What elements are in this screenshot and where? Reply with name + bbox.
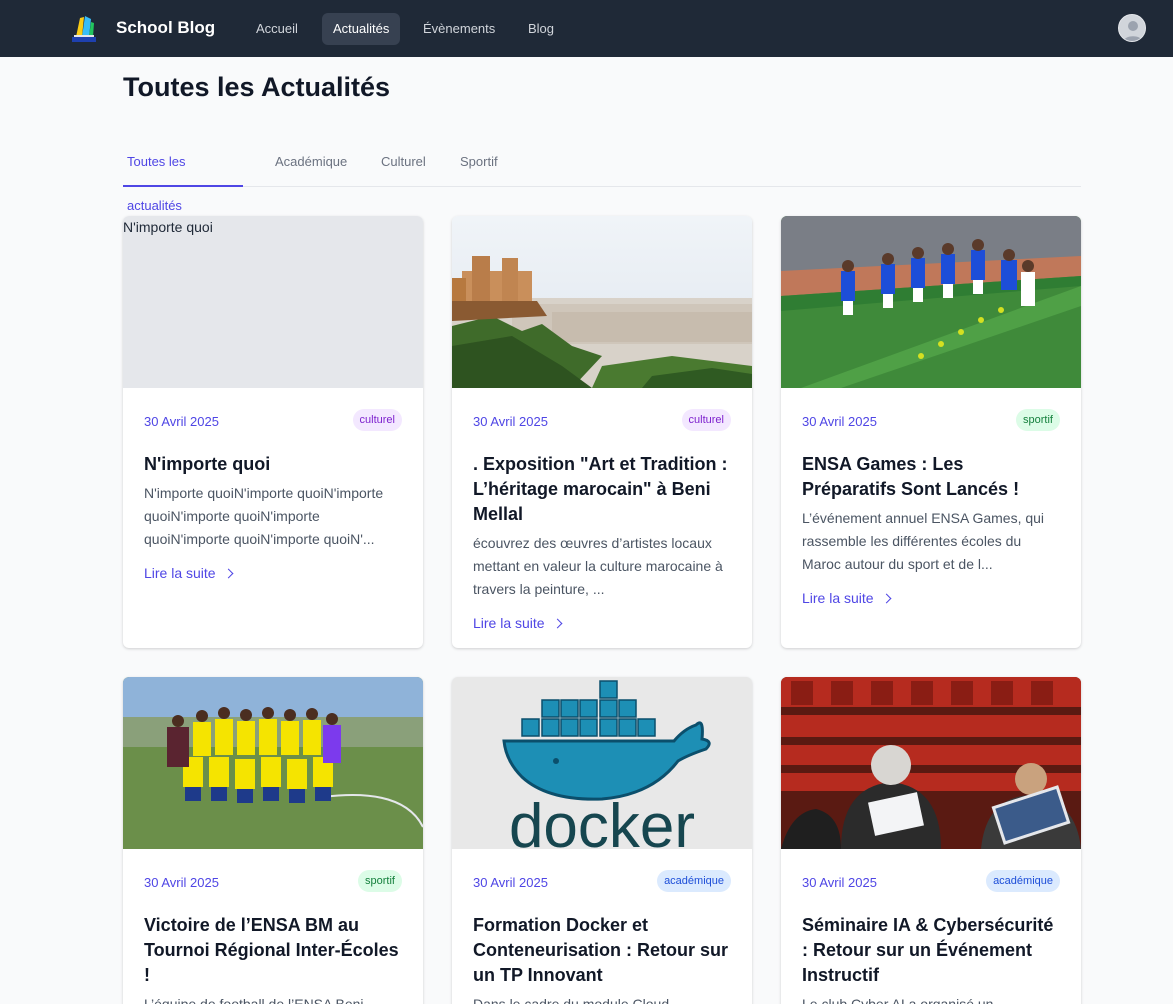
read-more-label: Lire la suite: [473, 615, 545, 631]
category-badge: culturel: [681, 409, 731, 431]
category-badge: académique: [986, 870, 1060, 892]
nav-link-accueil[interactable]: Accueil: [245, 13, 309, 45]
news-card[interactable]: 30 Avril 2025 académique Séminaire IA & …: [781, 677, 1081, 1004]
top-navbar: School Blog Accueil Actualités Évènement…: [0, 0, 1173, 57]
card-date: 30 Avril 2025: [802, 875, 877, 890]
tab-sportif[interactable]: Sportif: [456, 140, 502, 187]
category-badge: sportif: [358, 870, 402, 892]
card-title[interactable]: ENSA Games : Les Préparatifs Sont Lancés…: [802, 452, 1060, 502]
card-date: 30 Avril 2025: [473, 875, 548, 890]
category-badge: académique: [657, 870, 731, 892]
read-more-link[interactable]: Lire la suite: [473, 615, 563, 631]
category-tabs: Toutes les actualités Académique Culture…: [123, 140, 1081, 213]
category-badge: sportif: [1016, 409, 1060, 431]
tab-toutes[interactable]: Toutes les actualités: [123, 140, 243, 213]
read-more-label: Lire la suite: [802, 590, 874, 606]
card-excerpt: L’équipe de football de l’ENSA Beni: [144, 996, 364, 1004]
news-card[interactable]: 30 Avril 2025 culturel . Exposition "Art…: [452, 216, 752, 648]
card-image-training[interactable]: [781, 216, 1081, 388]
card-title[interactable]: . Exposition "Art et Tradition : L’hérit…: [473, 452, 731, 527]
brand-name[interactable]: School Blog: [116, 18, 215, 38]
card-date: 30 Avril 2025: [144, 414, 219, 429]
card-excerpt: écouvrez des œuvres d’artistes locaux me…: [473, 535, 723, 597]
read-more-link[interactable]: Lire la suite: [144, 565, 234, 581]
card-date: 30 Avril 2025: [802, 414, 877, 429]
book-logo-icon[interactable]: [71, 13, 97, 43]
page-title: Toutes les Actualités: [123, 72, 391, 102]
news-card[interactable]: 30 Avril 2025 sportif Victoire de l’ENSA…: [123, 677, 423, 1004]
card-excerpt: N'importe quoiN'importe quoiN'importe qu…: [144, 485, 384, 547]
card-title[interactable]: N'importe quoi: [144, 452, 402, 477]
tab-academique[interactable]: Académique: [271, 140, 351, 187]
image-alt-text: N'importe quoi: [123, 219, 213, 235]
nav-link-actualites[interactable]: Actualités: [322, 13, 401, 45]
news-card[interactable]: 30 Avril 2025 sportif ENSA Games : Les P…: [781, 216, 1081, 648]
docker-logo-text: docker: [509, 792, 695, 849]
card-title[interactable]: Victoire de l’ENSA BM au Tournoi Régiona…: [144, 913, 402, 988]
chevron-right-icon: [881, 593, 892, 604]
card-image-kasbah-landscape[interactable]: [452, 216, 752, 388]
card-excerpt: L’événement annuel ENSA Games, qui rasse…: [802, 510, 1045, 572]
read-more-link[interactable]: Lire la suite: [802, 590, 892, 606]
card-title[interactable]: Formation Docker et Conteneurisation : R…: [473, 913, 731, 988]
news-card[interactable]: docker 30 Avril 2025 académique Formatio…: [452, 677, 752, 1004]
card-image-broken[interactable]: N'importe quoi: [123, 216, 423, 388]
chevron-right-icon: [223, 568, 234, 579]
card-title[interactable]: Séminaire IA & Cybersécurité : Retour su…: [802, 913, 1060, 988]
card-image-seminar-audience[interactable]: [781, 677, 1081, 849]
nav-link-evenements[interactable]: Évènements: [412, 13, 506, 45]
card-image-docker-logo[interactable]: docker: [452, 677, 752, 849]
news-card[interactable]: N'importe quoi 30 Avril 2025 culturel N'…: [123, 216, 423, 648]
category-badge: culturel: [352, 409, 402, 431]
read-more-label: Lire la suite: [144, 565, 216, 581]
card-date: 30 Avril 2025: [144, 875, 219, 890]
card-excerpt: Dans le cadre du module Cloud: [473, 996, 670, 1004]
chevron-right-icon: [552, 618, 563, 629]
tab-culturel[interactable]: Culturel: [377, 140, 430, 187]
card-date: 30 Avril 2025: [473, 414, 548, 429]
card-excerpt: Le club Cyber AI a organisé un: [802, 996, 994, 1004]
user-avatar-icon[interactable]: [1118, 14, 1146, 42]
nav-link-blog[interactable]: Blog: [517, 13, 565, 45]
card-image-football-team[interactable]: [123, 677, 423, 849]
